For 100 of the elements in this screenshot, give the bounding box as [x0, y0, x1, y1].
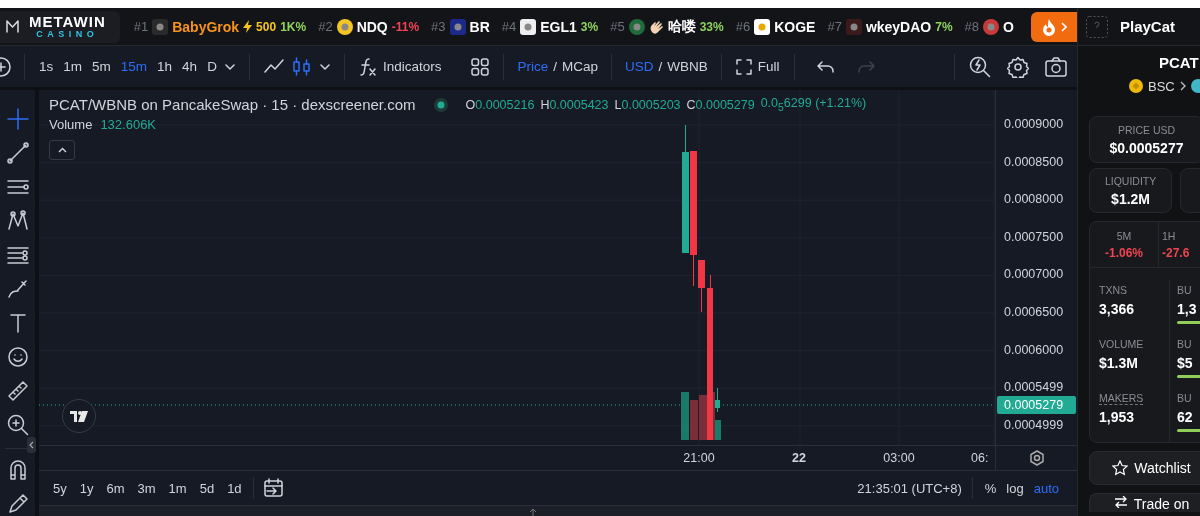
- range-button[interactable]: 1m: [166, 478, 189, 498]
- range-button[interactable]: 5d: [197, 478, 217, 498]
- price-change: 3%: [580, 19, 599, 34]
- chain-name[interactable]: BSC: [1148, 78, 1175, 94]
- crosshair-icon[interactable]: [6, 108, 29, 130]
- range-button[interactable]: 5y: [51, 478, 69, 498]
- toggle-option[interactable]: MCap: [558, 57, 601, 76]
- price-label: 0.0008500: [1004, 154, 1064, 169]
- token-icon: [983, 18, 1000, 35]
- ohlc-value: O0.0005216: [465, 97, 535, 112]
- token-name[interactable]: KOGE: [774, 18, 816, 35]
- toggle-option[interactable]: USD: [621, 57, 657, 76]
- token-icon: [520, 18, 537, 35]
- brand-name: METAWIN: [29, 14, 106, 29]
- price-label: 0.0005499: [1004, 380, 1064, 395]
- price-label: 0.0006500: [1004, 304, 1064, 319]
- time-label: 22: [792, 451, 806, 465]
- brush-icon[interactable]: [6, 278, 29, 300]
- toggle-separator: /: [553, 59, 557, 74]
- settings-icon[interactable]: [1028, 450, 1045, 466]
- chevron-left-icon: [29, 441, 34, 449]
- scale-option[interactable]: log: [1004, 478, 1026, 498]
- chain-coin-icon: [1129, 79, 1143, 93]
- range-button[interactable]: 6m: [104, 478, 127, 498]
- pencil-icon[interactable]: [6, 493, 29, 515]
- token-name[interactable]: BabyGrok: [172, 18, 240, 35]
- logo-badge[interactable]: METAWIN CASINO: [0, 10, 120, 43]
- token-icon: [754, 18, 771, 35]
- token-icon: [628, 18, 645, 35]
- interval-tab[interactable]: D: [203, 57, 221, 76]
- scale-option[interactable]: %: [982, 478, 999, 498]
- period-label[interactable]: 1H: [1162, 229, 1176, 242]
- toggle-option[interactable]: WBNB: [664, 57, 711, 76]
- redo-icon: [857, 60, 875, 73]
- quick-search-icon: [969, 55, 991, 78]
- interval-tab[interactable]: 15m: [116, 57, 152, 76]
- line-chart-icon: [263, 57, 284, 76]
- collapse-button[interactable]: [27, 437, 36, 453]
- rank-label: #5: [610, 19, 625, 34]
- token-name[interactable]: O: [1003, 18, 1014, 35]
- rank-label: #6: [735, 19, 751, 34]
- token-icon: [449, 18, 466, 35]
- dropdown-icon: [319, 63, 330, 70]
- indicators-button[interactable]: Indicators: [354, 54, 446, 79]
- zoom-in-icon[interactable]: [6, 414, 29, 436]
- stat-label: PRICE USD: [1117, 123, 1176, 136]
- chevron-right-icon: [1061, 21, 1067, 32]
- rank-label: #1: [133, 19, 149, 34]
- smiley-icon[interactable]: [6, 346, 29, 368]
- trade-button[interactable]: Trade on: [1089, 493, 1200, 512]
- lightning-icon: [243, 20, 253, 33]
- ohlc-value: H0.0005423: [540, 97, 609, 112]
- stat-label: MAKERS: [1099, 392, 1144, 405]
- interval-tab[interactable]: 5m: [88, 57, 115, 76]
- parallel-lines-icon[interactable]: [6, 244, 29, 266]
- volume-label: Volume: [49, 117, 93, 132]
- period-label[interactable]: 5M: [1116, 229, 1132, 242]
- price-change: 7%: [935, 19, 953, 34]
- price-label: 0.0004999: [1004, 417, 1064, 432]
- trending-button[interactable]: [1031, 11, 1077, 42]
- ruler-icon[interactable]: [6, 380, 29, 402]
- token-name[interactable]: 哈喽: [667, 17, 696, 36]
- price-change: -11%: [391, 19, 420, 34]
- volume-value: 132.606K: [100, 117, 157, 132]
- interval-tab[interactable]: 4h: [178, 57, 202, 76]
- range-button[interactable]: 3m: [135, 478, 158, 498]
- rank-label: #8: [964, 19, 980, 34]
- clock-text: 21:35:01 (UTC+8): [857, 480, 962, 496]
- undo-icon: [816, 60, 834, 73]
- chevron-right-icon: [1179, 81, 1186, 91]
- token-name[interactable]: NDQ: [356, 18, 388, 35]
- add-icon[interactable]: [0, 56, 14, 77]
- interval-tab[interactable]: 1h: [153, 57, 177, 76]
- range-button[interactable]: 1y: [77, 478, 96, 498]
- watchlist-button[interactable]: Watchlist: [1089, 451, 1200, 485]
- trend-line-icon[interactable]: [6, 142, 29, 164]
- stat-value: 62: [1177, 409, 1194, 425]
- token-icon: [845, 18, 862, 35]
- stat-value: 1,953: [1099, 409, 1136, 425]
- range-button[interactable]: 1d: [225, 478, 244, 498]
- fullscreen-button[interactable]: Full: [731, 56, 784, 77]
- price-label: 0.0006000: [1004, 342, 1064, 357]
- scale-option[interactable]: auto: [1031, 478, 1061, 498]
- collapse-legend-button[interactable]: [49, 140, 75, 160]
- price-label: 0.0007000: [1004, 267, 1064, 282]
- token-name[interactable]: BR: [469, 18, 490, 35]
- token-name[interactable]: wkeyDAO: [865, 18, 932, 35]
- chart-logo-button[interactable]: [62, 399, 96, 433]
- pattern-icon[interactable]: [6, 210, 29, 232]
- toggle-option[interactable]: Price: [514, 57, 552, 76]
- price-label: 0.0007500: [1004, 229, 1064, 244]
- resize-handle-icon[interactable]: [529, 508, 537, 516]
- waving-hand-icon: [648, 19, 664, 34]
- period-change: -27.6: [1162, 245, 1190, 260]
- price-label: 0.0009000: [1004, 117, 1064, 131]
- boost-count: 500: [256, 19, 277, 34]
- token-name[interactable]: EGL1: [540, 18, 577, 35]
- interval-tab[interactable]: 1s: [35, 57, 58, 76]
- interval-tab[interactable]: 1m: [59, 57, 87, 76]
- date-range-icon[interactable]: [263, 478, 284, 498]
